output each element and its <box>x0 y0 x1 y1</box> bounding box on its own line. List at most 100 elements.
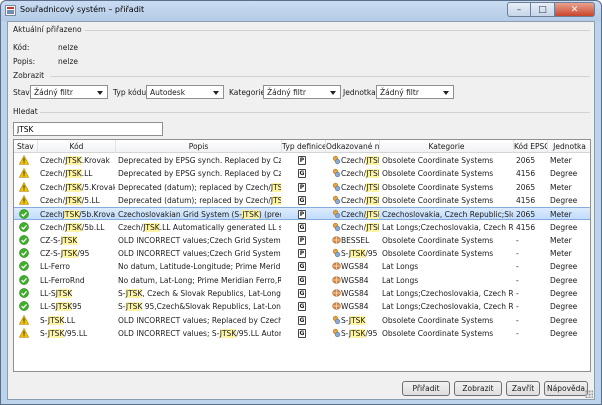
close-button[interactable]: Zavřít <box>506 381 540 396</box>
table-row[interactable]: CZ-S-JTSK/95 OLD INCORRECT values;Czech G… <box>14 247 590 260</box>
table-row[interactable]: CzechJTSK/5b.KrovakCzechoslovakian Grid … <box>14 207 590 221</box>
table-row[interactable]: Czech/JTSK.Krovak Deprecated by EPSG sync… <box>14 154 590 167</box>
column-header-kod[interactable]: Kód <box>38 140 116 153</box>
description-cell: OLD INCORRECT values; Replaced by Czech/… <box>118 314 281 327</box>
valid-check-icon <box>19 248 29 258</box>
code-cell: CzechJTSK/5b.Krovak <box>40 208 115 221</box>
search-section-divider <box>40 112 590 113</box>
assign-button[interactable]: Přiřadit <box>402 381 450 396</box>
definition-type-cell: P <box>284 154 325 167</box>
table-row[interactable]: Czech/JTSK/5b.LL Czech/JTSK.LL Automatica… <box>14 221 590 234</box>
cell-text: Czech/ <box>341 210 367 220</box>
cell-text: 95 <box>72 302 82 312</box>
unit-cell: Meter <box>550 210 572 220</box>
category-cell: Obsolete Coordinate Systems <box>382 195 494 205</box>
close-window-button[interactable]: ✕ <box>555 2 595 17</box>
status-cell <box>16 300 37 313</box>
search-match-highlight: JTSK <box>47 328 65 338</box>
description-cell: OLD INCORRECT values;Czech Grid System (… <box>118 247 281 260</box>
table-row[interactable]: CZ-S-JTSK OLD INCORRECT values;Czech Grid… <box>14 234 590 247</box>
cell-text: S- <box>40 315 48 325</box>
search-match-highlight: JTSK <box>366 210 379 220</box>
category-cell: Obsolete Coordinate Systems <box>382 249 494 259</box>
search-match-highlight: JTSK <box>348 328 366 338</box>
search-input[interactable] <box>13 122 163 136</box>
resize-grip[interactable] <box>585 390 593 398</box>
jednotka-label: Jednotka: <box>343 88 379 97</box>
search-match-highlight: JTSK <box>65 156 82 165</box>
datum-icon <box>332 155 341 165</box>
minimize-button[interactable]: – <box>507 2 531 17</box>
cell-text: OLD INCORRECT values; Replaced by Czech/ <box>118 315 281 325</box>
table-row[interactable]: LL-SJTSK95 S-JTSK 95,Czech&Slovak Republi… <box>14 300 590 313</box>
search-match-highlight: JTSK <box>366 182 379 192</box>
reference-cell: Czech/JTSK/5b <box>328 221 379 234</box>
jednotka-select[interactable]: Žádný filtr <box>376 85 454 99</box>
category-cell: Czechoslovakia, Czech Republic;Slovak... <box>382 210 513 220</box>
projected-icon: P <box>298 235 306 245</box>
table-row[interactable]: Czech/JTSK/5.Krovak Deprecated (datum); r… <box>14 181 590 194</box>
projected-icon: P <box>298 249 306 259</box>
window-controls: – □ ✕ <box>507 2 595 17</box>
show-button[interactable]: Zobrazit <box>454 381 502 396</box>
cell-text: /5.LL <box>81 195 100 205</box>
reference-text: Czech/JTSK/5b <box>341 222 379 232</box>
description-cell: Deprecated by EPSG synch. Replaced by Cz… <box>118 167 281 180</box>
description-cell: OLD INCORRECT values;Czech Grid System (… <box>118 234 281 247</box>
close-button-label: Zavřít <box>511 384 535 393</box>
projected-icon: P <box>298 210 306 220</box>
projected-icon: P <box>298 182 306 192</box>
typ-kodu-value: Autodesk <box>150 88 186 97</box>
cell-text: /95.LL Automati... <box>236 328 281 338</box>
column-header-typ[interactable]: Typ definice <box>282 140 326 153</box>
datum-icon <box>332 182 341 192</box>
close-icon: ✕ <box>570 4 579 15</box>
stav-filter-select[interactable]: Žádný filtr <box>30 85 108 99</box>
valid-check-icon <box>19 234 29 245</box>
cell-text: LL-Ferro <box>40 262 70 272</box>
filter-section-divider <box>50 76 590 77</box>
coordinate-system-table[interactable]: Stav Kód Popis Typ definice Odkazované na Kat… <box>13 139 591 372</box>
reference-text: S-JTSK/95 <box>341 249 377 259</box>
search-match-highlight: JTSK <box>125 289 143 298</box>
table-row[interactable]: Czech/JTSK.LL Deprecated by EPSG synch. R… <box>14 167 590 180</box>
help-button[interactable]: Nápověda <box>544 381 588 396</box>
reference-cell: BESSEL <box>328 234 379 247</box>
column-header-kat[interactable]: Kategorie <box>380 140 514 153</box>
typ-kodu-select[interactable]: Autodesk <box>146 85 224 99</box>
ellipsoid-icon <box>332 261 341 271</box>
valid-check-icon <box>19 221 29 232</box>
column-header-epsg[interactable]: Kód EPSG <box>514 140 548 153</box>
reference-cell: Czech/JTSK/5b <box>328 208 379 221</box>
chevron-down-icon <box>443 91 449 95</box>
reference-cell: WGS84 <box>328 260 379 273</box>
title-bar[interactable]: Souřadnicový systém – přiřadit – □ ✕ <box>1 1 601 21</box>
unit-cell: Degree <box>550 289 578 298</box>
table-row[interactable]: S-JTSK/95.LL OLD INCORRECT values; S-JTSK… <box>14 327 590 340</box>
status-cell <box>16 247 37 260</box>
kategorie-select[interactable]: Žádný filtr <box>263 85 341 99</box>
maximize-button[interactable]: □ <box>531 2 555 17</box>
table-row[interactable]: LL-SJTSK S-JTSK, Czech & Slovak Republics… <box>14 287 590 300</box>
status-cell <box>16 194 37 207</box>
cell-text: Czech/ <box>341 156 367 165</box>
maximize-icon: □ <box>538 4 547 15</box>
cell-text: OLD INCORRECT values; S- <box>118 328 220 338</box>
column-header-status[interactable]: Stav <box>14 140 38 153</box>
epsg-cell: - <box>516 262 519 272</box>
cell-text: LL-S <box>40 302 56 312</box>
category-cell: Obsolete Coordinate Systems <box>382 156 494 165</box>
definition-type-cell: G <box>284 300 325 313</box>
reference-text: S-JTSK <box>341 315 366 325</box>
column-header-popis[interactable]: Popis <box>116 140 282 153</box>
stav-filter-value: Žádný filtr <box>34 88 73 97</box>
table-row[interactable]: LL-Ferro No datum, Latitude-Longitude; Pr… <box>14 260 590 273</box>
column-header-jed[interactable]: Jednotka <box>548 140 590 153</box>
current-section-divider <box>85 30 590 31</box>
description-cell: S-JTSK, Czech & Slovak Republics, Lat-Lo… <box>118 287 281 300</box>
table-row[interactable]: Czech/JTSK/5.LL Deprecated (datum); repla… <box>14 194 590 207</box>
cell-text: /5b.Krovak <box>79 210 115 220</box>
table-row[interactable]: S-JTSK.LL OLD INCORRECT values; Replaced … <box>14 314 590 327</box>
table-row[interactable]: LL-FerroRnd No datum, Lat-Long; Prime Mer… <box>14 274 590 287</box>
column-header-ref[interactable]: Odkazované na <box>326 140 380 153</box>
